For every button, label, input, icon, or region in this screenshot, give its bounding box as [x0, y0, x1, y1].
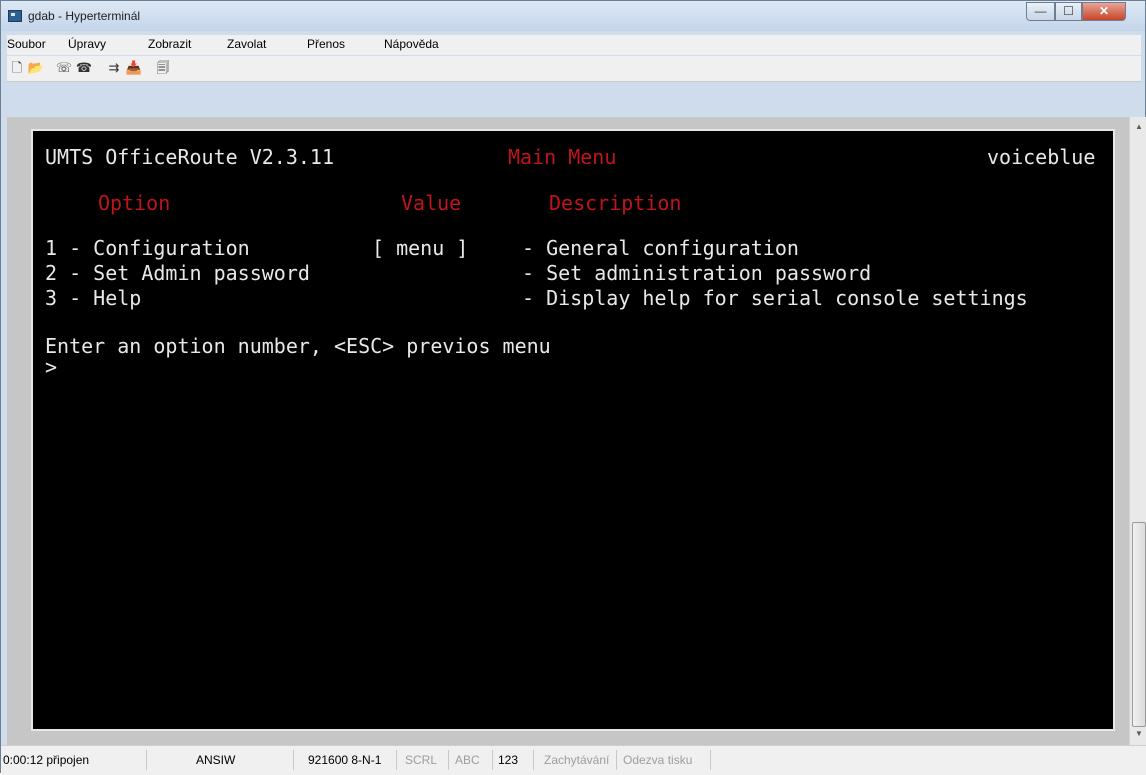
status-scrl: SCRL [405, 753, 438, 767]
status-port: 921600 8-N-1 [308, 753, 382, 767]
terminal-prompt: Enter an option number, <ESC> previos me… [45, 334, 551, 358]
menu-option-2-description: - Set administration password [522, 261, 872, 285]
status-abc: ABC [455, 753, 480, 767]
status-num: 123 [498, 753, 519, 767]
connect-icon[interactable]: ☏ [55, 60, 73, 76]
disconnect-icon[interactable]: ☎ [75, 60, 93, 76]
open-icon[interactable]: 📂 [27, 60, 45, 76]
menu-option-1-description: - General configuration [522, 236, 799, 260]
toolbar: 🗋 📂 ☏ ☎ ⇉ 📥 🗐 [7, 56, 1141, 82]
vertical-scrollbar[interactable]: ▲ ▼ [1129, 117, 1146, 745]
window-title: gdab - Hyperterminál [28, 9, 141, 23]
menu-napoveda[interactable]: Nápověda [384, 37, 439, 51]
column-option: Option [98, 191, 171, 215]
maximize-button[interactable]: ☐ [1055, 2, 1082, 21]
new-icon[interactable]: 🗋 [8, 60, 26, 76]
column-description: Description [549, 191, 682, 215]
status-bar: 0:00:12 připojen ANSIW 921600 8-N-1 SCRL… [1, 745, 1146, 775]
menu-zavolat[interactable]: Zavolat [227, 37, 266, 51]
terminal-cursor[interactable]: > [45, 355, 57, 379]
receive-icon[interactable]: 📥 [125, 60, 143, 76]
terminal-menu-title: Main Menu [508, 145, 617, 169]
terminal-screen[interactable] [31, 129, 1115, 731]
scrollbar-thumb[interactable] [1132, 522, 1146, 727]
menu-soubor[interactable]: Soubor [7, 37, 46, 51]
menu-option-3[interactable]: 3 - Help [45, 286, 141, 310]
scroll-down-icon[interactable]: ▼ [1134, 729, 1144, 739]
column-value: Value [401, 191, 462, 215]
minimize-icon: — [1034, 4, 1047, 18]
menu-option-2[interactable]: 2 - Set Admin password [45, 261, 310, 285]
status-print-echo: Odezva tisku [623, 753, 693, 767]
menu-upravy[interactable]: Úpravy [68, 37, 106, 51]
menu-option-1-value: [ menu ] [372, 236, 469, 260]
close-icon: ✕ [1098, 4, 1110, 18]
menu-option-3-description: - Display help for serial console settin… [522, 286, 1028, 310]
menu-bar: Soubor Úpravy Zobrazit Zavolat Přenos Ná… [7, 35, 1141, 55]
close-button[interactable]: ✕ [1082, 2, 1126, 21]
scroll-up-icon[interactable]: ▲ [1134, 122, 1144, 132]
hyperterminal-window: gdab - Hyperterminál — ☐ ✕ Soubor Úpravy… [0, 0, 1146, 775]
hyperterminal-app-icon [8, 10, 22, 22]
maximize-icon: ☐ [1063, 4, 1074, 18]
send-icon[interactable]: ⇉ [105, 60, 123, 76]
terminal-user: voiceblue [987, 145, 1096, 169]
menu-prenos[interactable]: Přenos [307, 37, 345, 51]
status-connection: 0:00:12 připojen [3, 753, 90, 767]
properties-icon[interactable]: 🗐 [154, 60, 172, 76]
terminal-product: UMTS OfficeRoute V2.3.11 [45, 145, 334, 169]
status-capture: Zachytávání [544, 753, 610, 767]
menu-option-1[interactable]: 1 - Configuration [45, 236, 250, 260]
menu-zobrazit[interactable]: Zobrazit [148, 37, 191, 51]
status-emulation: ANSIW [196, 753, 236, 767]
minimize-button[interactable]: — [1026, 2, 1055, 21]
title-bar[interactable]: gdab - Hyperterminál — ☐ ✕ [1, 1, 1145, 31]
